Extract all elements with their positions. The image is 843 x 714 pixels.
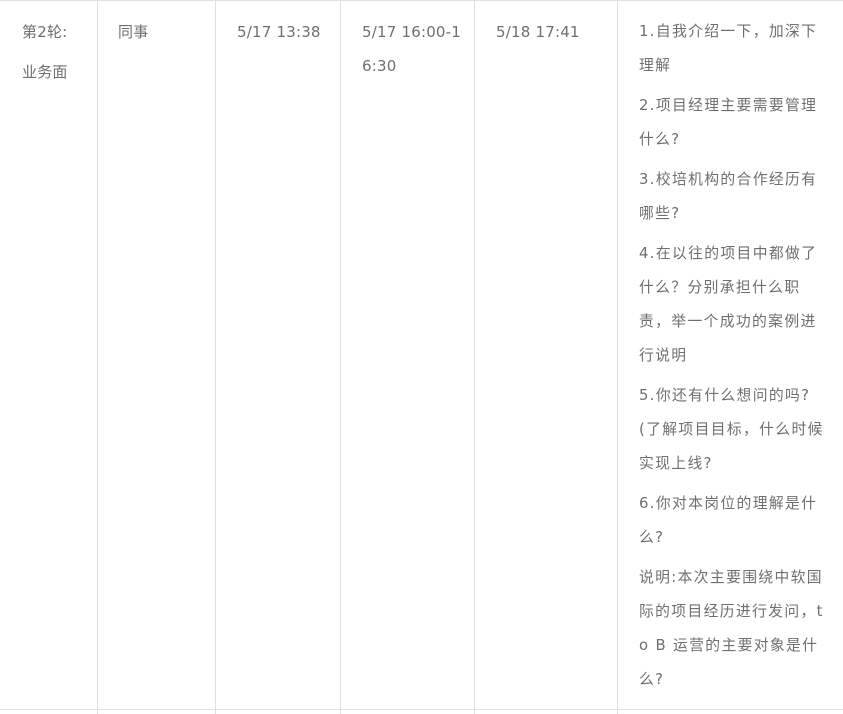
column-divider — [617, 0, 618, 714]
round-type: 业务面 — [22, 63, 68, 81]
interview-table: 第2轮: 业务面 同事 5/17 13:38 5/17 16:00-16:30 … — [0, 0, 843, 714]
question-item: 2.项目经理主要需要管理什么? — [639, 97, 818, 148]
column-divider — [340, 0, 341, 714]
row-divider — [0, 0, 843, 1]
questions-cell: 1.自我介绍一下，加深下理解 2.项目经理主要需要管理什么? 3.校培机构的合作… — [639, 15, 829, 697]
question-item: 3.校培机构的合作经历有哪些? — [639, 171, 818, 222]
question-item: 6.你对本岗位的理解是什么? — [639, 495, 818, 546]
round-cell: 第2轮: 业务面 — [22, 12, 68, 92]
column-divider — [474, 0, 475, 714]
interview-time-cell: 5/17 16:00-16:30 — [362, 23, 462, 75]
column-divider — [97, 0, 98, 714]
question-note: 说明:本次主要围绕中软国际的项目经历进行发问，to B 运营的主要对象是什么? — [639, 569, 824, 688]
row-divider — [0, 709, 843, 710]
question-item: 5.你还有什么想问的吗?(了解项目目标，什么时候实现上线? — [639, 387, 824, 472]
applied-time-cell: 5/17 13:38 — [237, 23, 321, 41]
question-item: 1.自我介绍一下，加深下理解 — [639, 23, 818, 74]
interviewer-cell: 同事 — [118, 23, 149, 41]
column-divider — [215, 0, 216, 714]
result-time-cell: 5/18 17:41 — [496, 23, 580, 41]
round-label: 第2轮: — [22, 23, 68, 41]
question-item: 4.在以往的项目中都做了什么？分别承担什么职责，举一个成功的案例进行说明 — [639, 245, 818, 364]
